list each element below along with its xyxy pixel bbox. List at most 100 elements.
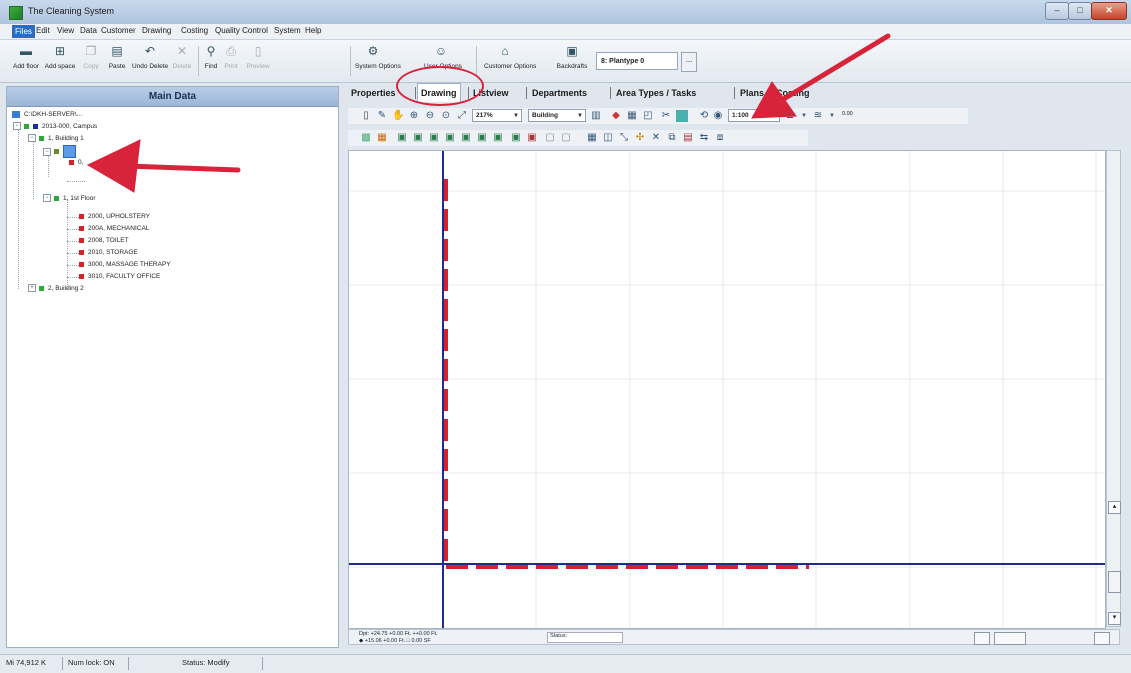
scroll-up-button[interactable]: ▴ bbox=[1108, 501, 1121, 514]
layer-props-icon[interactable]: ▥ bbox=[590, 110, 602, 122]
tree-node-campus[interactable]: −2013-000, Campus bbox=[13, 121, 97, 133]
backdrafts-button[interactable]: ▣ Backdrafts bbox=[555, 44, 589, 78]
tree-node-floor-0[interactable]: − bbox=[43, 145, 76, 158]
tool-icon[interactable]: ◫ bbox=[602, 132, 614, 144]
tool-icon[interactable]: ▣ bbox=[428, 132, 440, 144]
tool-icon[interactable]: ⧈ bbox=[714, 132, 726, 144]
snap-icon[interactable]: ◆ bbox=[610, 110, 622, 122]
zoom-extents-icon[interactable]: ⤢ bbox=[456, 110, 468, 122]
copy-button[interactable]: ❐ Copy bbox=[80, 44, 102, 78]
tab-plans[interactable]: Plans bbox=[737, 84, 767, 102]
tree-node-space[interactable]: 200A, MECHANICAL bbox=[79, 223, 149, 235]
tab-departments[interactable]: Departments bbox=[529, 84, 590, 102]
zoom-window-icon[interactable]: ⊙ bbox=[440, 110, 452, 122]
tool-icon[interactable]: ▢ bbox=[560, 132, 572, 144]
tool-icon[interactable]: ▣ bbox=[412, 132, 424, 144]
tree-node-building-1[interactable]: −1, Building 1 bbox=[28, 133, 84, 145]
vertical-scrollbar[interactable]: ▴ ▾ bbox=[1106, 150, 1121, 627]
print-button[interactable]: ⎙ Print bbox=[221, 44, 241, 78]
tool-icon[interactable]: ▣ bbox=[526, 132, 538, 144]
menu-files[interactable]: Files bbox=[12, 25, 35, 38]
tree-node-space[interactable]: 2000, UPHOLSTERY bbox=[79, 211, 150, 223]
rotate-icon[interactable]: ⟲ bbox=[698, 110, 710, 122]
tree-node-space[interactable]: 2008, TOILET bbox=[79, 235, 129, 247]
drawing-canvas[interactable] bbox=[348, 150, 1106, 629]
scroll-left-button[interactable] bbox=[974, 632, 990, 645]
tool-icon[interactable]: ▢ bbox=[544, 132, 556, 144]
chevron-down-icon[interactable]: ▼ bbox=[798, 110, 810, 122]
add-floor-button[interactable]: ▬ Add floor bbox=[12, 44, 40, 78]
menu-edit[interactable]: Edit bbox=[36, 26, 50, 35]
tab-area-types-tasks[interactable]: Area Types / Tasks bbox=[613, 84, 699, 102]
tree-node-space[interactable]: 2010, STORAGE bbox=[79, 247, 138, 259]
expand-toggle[interactable]: + bbox=[28, 284, 36, 293]
tool-icon[interactable]: ▣ bbox=[510, 132, 522, 144]
menu-view[interactable]: View bbox=[57, 26, 74, 35]
pan-icon[interactable]: ✋ bbox=[392, 110, 404, 122]
grid-icon[interactable]: ▦ bbox=[626, 110, 638, 122]
chevron-down-icon[interactable]: ▼ bbox=[826, 110, 838, 122]
scroll-down-button[interactable]: ▾ bbox=[1108, 612, 1121, 625]
system-options-button[interactable]: ⚙ System Options bbox=[355, 44, 401, 78]
line-style-icon[interactable]: ≋ bbox=[812, 110, 824, 122]
tree-node-space[interactable]: 3000, MASSAGE THERAPY bbox=[79, 259, 171, 271]
tool-icon[interactable]: ⇆ bbox=[698, 132, 710, 144]
horizontal-scroll-thumb[interactable] bbox=[994, 632, 1026, 645]
collapse-toggle[interactable]: − bbox=[13, 122, 21, 131]
server-node[interactable]: C:\DKH-SERVER\... bbox=[12, 109, 82, 121]
refresh-icon[interactable]: ◉ bbox=[712, 110, 724, 122]
tree-node-building-2[interactable]: +2, Building 2 bbox=[28, 283, 84, 295]
line-weight-icon[interactable]: ≣ bbox=[784, 110, 796, 122]
menu-customer[interactable]: Customer bbox=[101, 26, 136, 35]
zoom-select[interactable]: 217% ▼ bbox=[472, 109, 522, 122]
find-button[interactable]: ⚲ Find bbox=[202, 44, 220, 78]
menu-help[interactable]: Help bbox=[305, 26, 321, 35]
draw-wall-icon[interactable]: ▦ bbox=[376, 132, 388, 144]
tool-icon[interactable]: ▤ bbox=[682, 132, 694, 144]
new-drawing-icon[interactable]: ▯ bbox=[360, 110, 372, 122]
tool-icon[interactable]: ▣ bbox=[460, 132, 472, 144]
add-space-button[interactable]: ⊞ Add space bbox=[44, 44, 76, 78]
paste-button[interactable]: ▤ Paste bbox=[106, 44, 128, 78]
tool-icon[interactable]: ▣ bbox=[396, 132, 408, 144]
tree-node-space-0[interactable]: 0, bbox=[69, 157, 83, 169]
undo-delete-button[interactable]: ↶ Undo Delete bbox=[132, 44, 168, 78]
measure-icon[interactable]: ◰ bbox=[642, 110, 654, 122]
customer-options-button[interactable]: ⌂ Customer Options bbox=[484, 44, 536, 78]
draw-room-icon[interactable]: ▩ bbox=[360, 132, 372, 144]
maximize-button[interactable]: □ bbox=[1068, 2, 1092, 20]
tree-node-space[interactable]: 3010, FACULTY OFFICE bbox=[79, 271, 160, 283]
layer-select[interactable]: Building ▼ bbox=[528, 109, 586, 122]
plantype-browse-button[interactable]: ... bbox=[681, 52, 697, 72]
tool-icon[interactable]: ▣ bbox=[444, 132, 456, 144]
minimize-button[interactable]: – bbox=[1045, 2, 1069, 20]
scroll-right-button[interactable] bbox=[1094, 632, 1110, 645]
menu-costing[interactable]: Costing bbox=[181, 26, 208, 35]
tab-properties[interactable]: Properties bbox=[348, 84, 399, 102]
collapse-toggle[interactable]: − bbox=[43, 194, 51, 203]
tool-icon[interactable]: ▦ bbox=[586, 132, 598, 144]
menu-system[interactable]: System bbox=[274, 26, 301, 35]
menu-data[interactable]: Data bbox=[80, 26, 97, 35]
delete-button[interactable]: ✕ Delete bbox=[170, 44, 194, 78]
preview-button[interactable]: ▯ Preview bbox=[243, 44, 273, 78]
close-button[interactable]: ✕ bbox=[1091, 2, 1127, 20]
zoom-in-icon[interactable]: ⊕ bbox=[408, 110, 420, 122]
tab-costing[interactable]: Costing bbox=[773, 84, 813, 102]
select-tool-icon[interactable]: ✎ bbox=[376, 110, 388, 122]
collapse-toggle[interactable]: − bbox=[43, 147, 51, 156]
tool-icon[interactable]: ⧉ bbox=[666, 132, 678, 144]
tool-icon[interactable]: ⤡ bbox=[618, 132, 630, 144]
tool-icon[interactable]: ✣ bbox=[634, 132, 646, 144]
attach-icon[interactable]: ✂ bbox=[660, 110, 672, 122]
tool-icon[interactable]: ▣ bbox=[492, 132, 504, 144]
scroll-thumb[interactable] bbox=[1108, 571, 1121, 593]
tool-icon[interactable]: ▣ bbox=[476, 132, 488, 144]
tool-icon[interactable]: ✕ bbox=[650, 132, 662, 144]
menu-quality-control[interactable]: Quality Control bbox=[215, 26, 268, 35]
plantype-field[interactable]: 8: Plantype 0 bbox=[596, 52, 678, 70]
highlighted-tool-icon[interactable] bbox=[676, 110, 688, 122]
tree-node-1st-floor[interactable]: −1, 1st Floor bbox=[43, 193, 96, 205]
collapse-toggle[interactable]: − bbox=[28, 134, 36, 143]
menu-drawing[interactable]: Drawing bbox=[142, 26, 171, 35]
